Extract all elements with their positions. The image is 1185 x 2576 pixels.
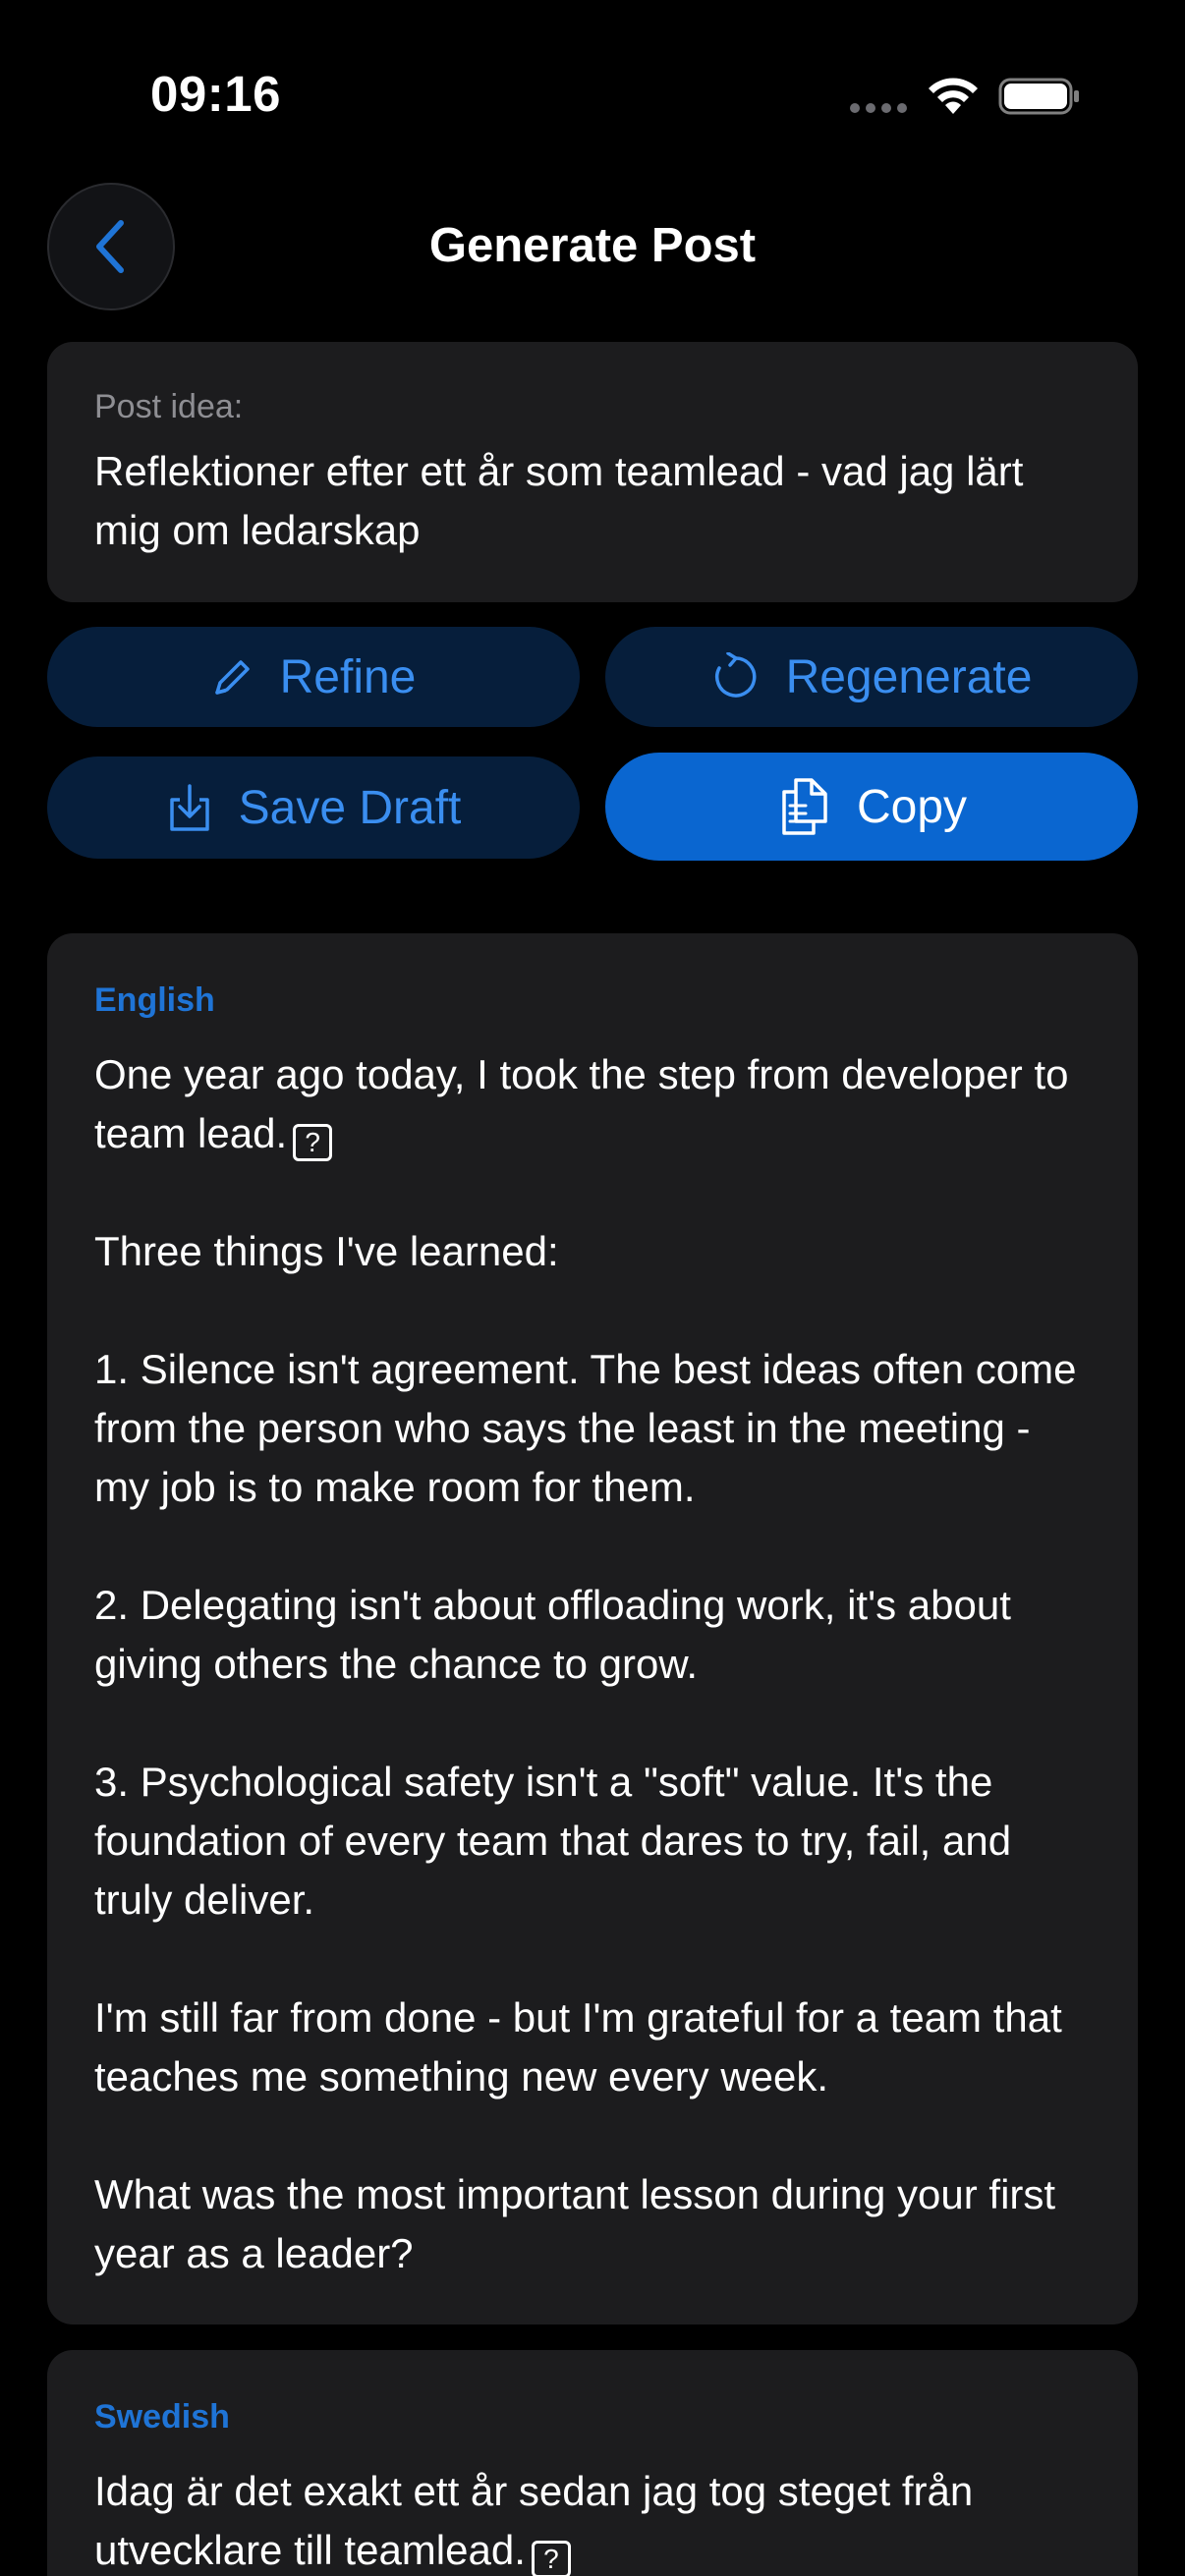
copy-button[interactable]: Copy [605, 753, 1138, 861]
battery-icon [998, 78, 1079, 115]
english-post-text: Three things I've learned: 1. Silence is… [94, 1228, 1077, 2276]
page-title: Generate Post [428, 219, 757, 272]
refine-label: Refine [279, 650, 417, 703]
cellular-signal-icon [850, 103, 907, 113]
regenerate-button[interactable]: Regenerate [605, 627, 1138, 727]
download-tray-icon [169, 784, 209, 831]
english-first-line: One year ago today, I took the step from… [94, 1051, 1081, 1156]
regenerate-label: Regenerate [785, 650, 1033, 703]
refine-button[interactable]: Refine [47, 627, 580, 727]
swedish-label: Swedish [94, 2398, 230, 2436]
post-idea-text: Reflektioner efter ett år som teamlead -… [94, 448, 1024, 553]
post-idea-label: Post idea: [94, 388, 244, 425]
generate-post-screen: 09:16 Generate Post Post idea: Reflektio… [0, 0, 1185, 2576]
missing-emoji-icon: ? [531, 2541, 571, 2576]
swedish-post-body[interactable]: Idag är det exakt ett år sedan jag tog s… [94, 2462, 1091, 2576]
post-idea-card: Post idea: Reflektioner efter ett år som… [47, 342, 1138, 602]
missing-emoji-icon: ? [293, 1124, 333, 1161]
wifi-icon [929, 78, 978, 114]
copy-icon [782, 778, 827, 835]
save-draft-label: Save Draft [238, 781, 462, 834]
refresh-icon [714, 652, 756, 698]
english-post-body[interactable]: One year ago today, I took the step from… [94, 1045, 1091, 2283]
swedish-post-card: Swedish Idag är det exakt ett år sedan j… [47, 2350, 1138, 2576]
status-bar: 09:16 [0, 0, 1185, 187]
english-label: English [94, 981, 215, 1019]
english-post-card: English One year ago today, I took the s… [47, 933, 1138, 2324]
copy-label: Copy [856, 780, 968, 833]
save-draft-button[interactable]: Save Draft [47, 756, 580, 859]
pencil-icon [214, 660, 250, 695]
status-time: 09:16 [150, 66, 281, 122]
